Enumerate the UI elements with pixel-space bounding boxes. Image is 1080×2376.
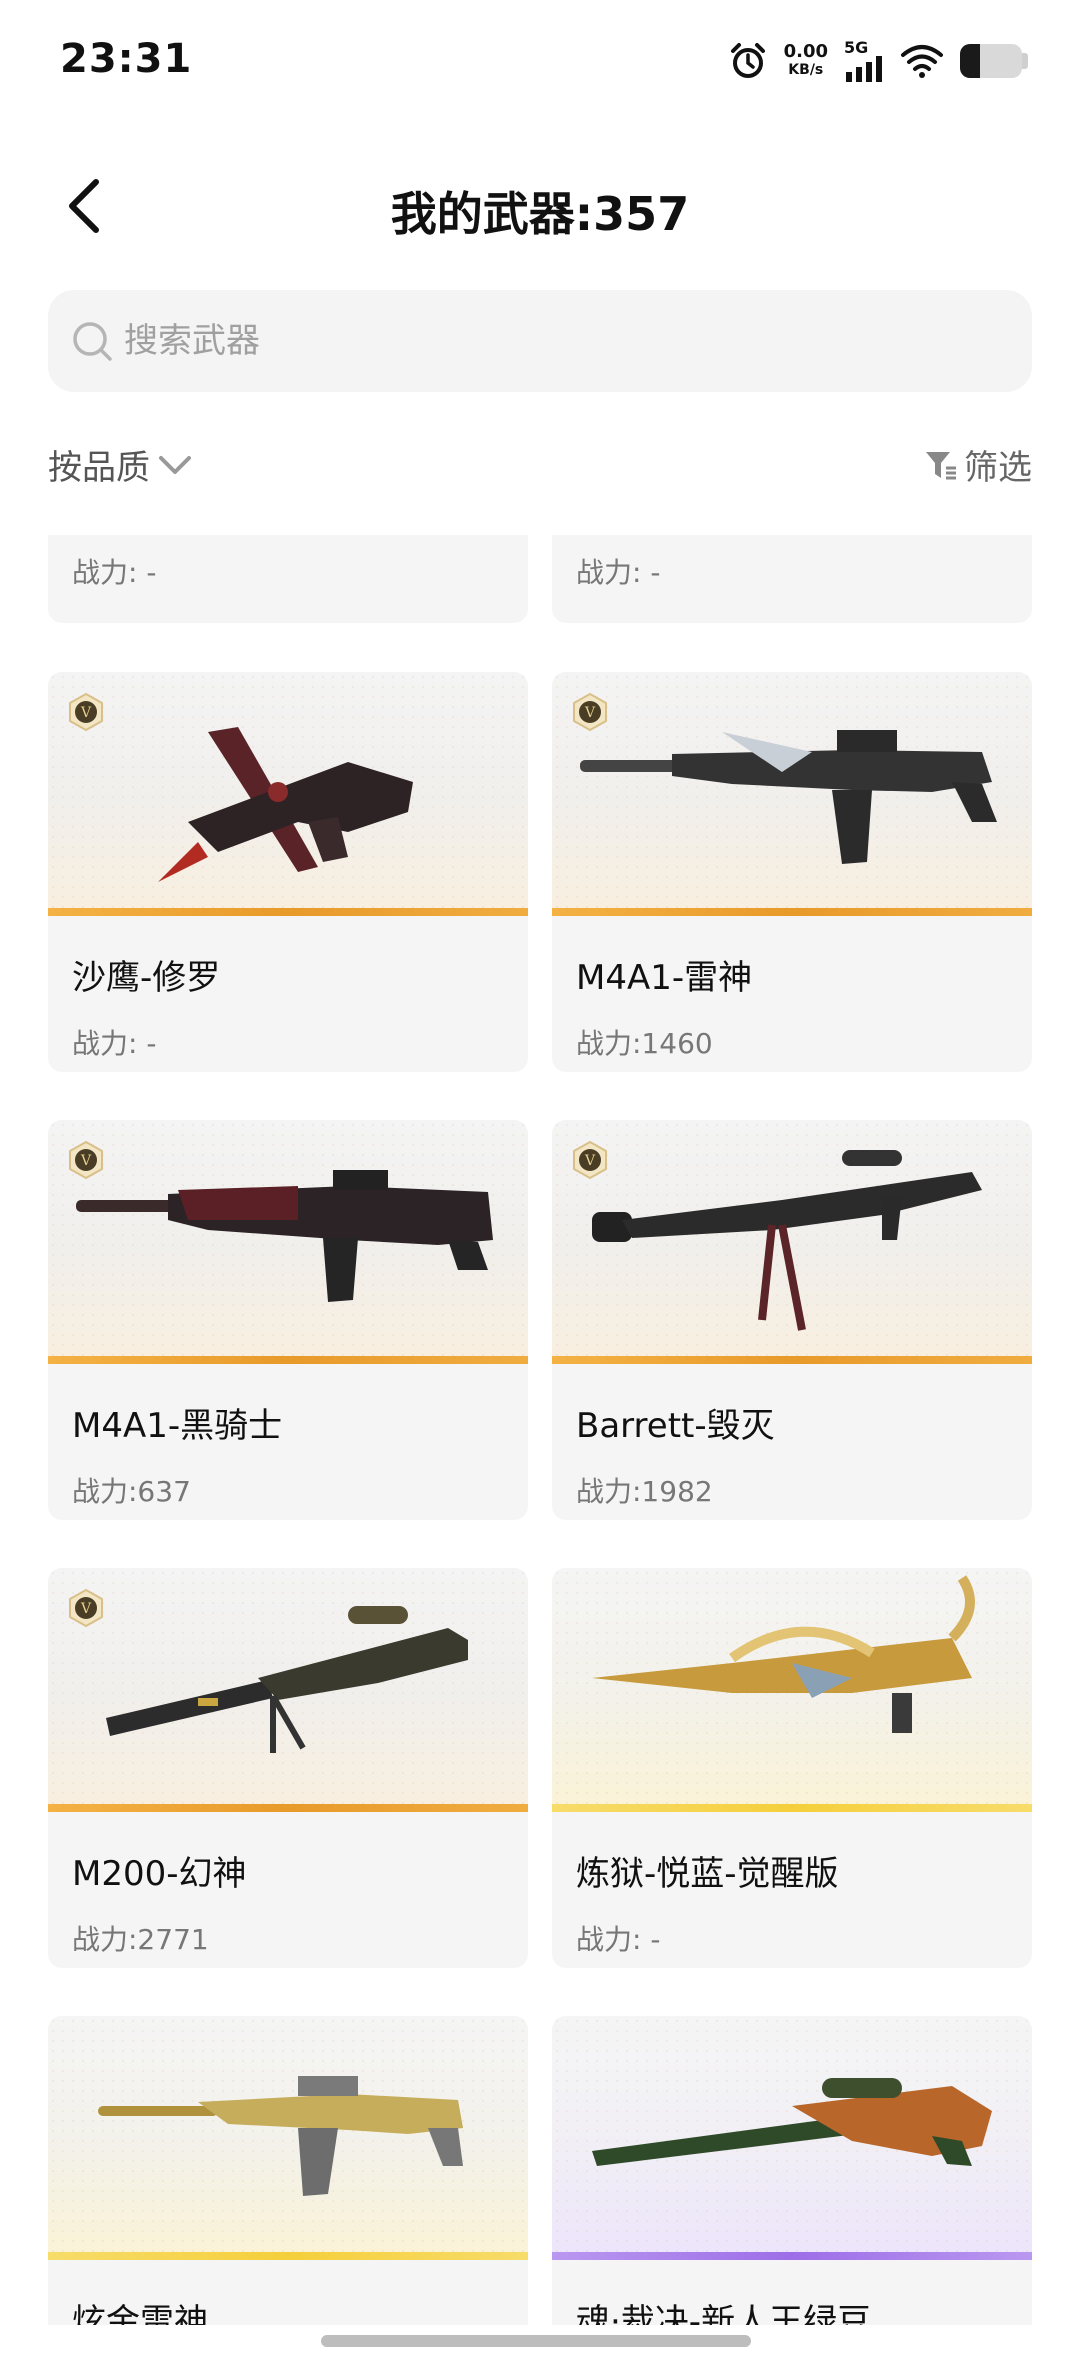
status-time: 23:31 xyxy=(60,36,193,82)
status-icons: 0.00 KB/s 5G xyxy=(728,36,1028,86)
weapon-image-area: V xyxy=(48,1568,528,1804)
quality-bar xyxy=(552,2252,1032,2260)
weapon-name: 沙鹰-修罗 xyxy=(72,958,221,998)
weapon-card[interactable]: 战力: - xyxy=(552,535,1032,623)
weapon-power: 战力: - xyxy=(72,556,157,589)
weapon-image-barrett-destruction xyxy=(592,1150,982,1331)
weapon-image-m200 xyxy=(106,1606,468,1753)
weapon-power: 战力:2771 xyxy=(72,1923,209,1956)
weapon-name: 魂·裁决-新人王绿豆 xyxy=(576,2302,872,2325)
weapon-card[interactable]: V Barrett-毁灭 战力:1982 xyxy=(552,1120,1032,1520)
battery-fill xyxy=(960,44,980,78)
filter-icon xyxy=(926,451,956,479)
screen: 23:31 0.00 KB/s 5G 我的武器:357 搜索武器 按品质 筛选 … xyxy=(0,0,1080,2376)
quality-bar xyxy=(48,2252,528,2260)
net-speed-value: 0.00 xyxy=(783,41,828,62)
home-indicator[interactable] xyxy=(321,2335,751,2347)
weapon-card[interactable]: V M4A1-雷神 战力:1460 xyxy=(552,672,1032,1072)
weapon-card[interactable]: V 沙鹰-修罗 战力: - xyxy=(48,672,528,1072)
search-bar[interactable] xyxy=(48,290,1032,392)
weapon-name: M4A1-雷神 xyxy=(576,958,753,998)
weapon-card[interactable]: 战力: - xyxy=(48,535,528,623)
weapon-name: 炫金雷神 xyxy=(72,2302,208,2325)
network-type: 5G xyxy=(844,38,869,57)
weapon-name: Barrett-毁灭 xyxy=(576,1406,775,1446)
weapon-image-area xyxy=(552,1568,1032,1804)
weapon-image-desert-eagle xyxy=(158,727,413,882)
weapon-name: M200-幻神 xyxy=(72,1854,247,1894)
net-speed-unit: KB/s xyxy=(788,62,824,78)
weapon-image-m4a1-thor xyxy=(580,730,997,864)
quality-bar xyxy=(552,908,1032,916)
filter-label: 筛选 xyxy=(964,448,1032,488)
weapon-card[interactable]: 炫金雷神 xyxy=(48,2016,528,2325)
quality-bar xyxy=(552,1804,1032,1812)
weapon-power: 战力: - xyxy=(72,1027,157,1060)
weapon-image-golden-thor xyxy=(98,2076,463,2196)
quality-bar xyxy=(48,1804,528,1812)
net-speed: 0.00 KB/s xyxy=(784,43,828,79)
weapon-power: 战力: - xyxy=(576,1923,661,1956)
wifi-icon xyxy=(901,45,943,78)
weapon-power: 战力:637 xyxy=(72,1475,191,1508)
sort-by-quality-dropdown[interactable]: 按品质 xyxy=(48,440,192,489)
battery-body xyxy=(960,44,1022,78)
battery-icon xyxy=(960,44,1028,78)
weapon-card[interactable]: 炼狱-悦蓝-觉醒版 战力: - xyxy=(552,1568,1032,1968)
weapon-grid-viewport[interactable]: 战力: - 战力: - V 沙鹰-修罗 战力: - V M4A1-雷神 战力:1… xyxy=(0,535,1080,2325)
weapon-image-area xyxy=(552,2016,1032,2252)
sort-label: 按品质 xyxy=(48,448,150,488)
weapon-image-soul-judgment xyxy=(592,2078,992,2166)
chevron-down-icon xyxy=(159,455,191,474)
weapon-power: 战力:1460 xyxy=(576,1027,713,1060)
quality-bar xyxy=(48,908,528,916)
weapon-name: M4A1-黑骑士 xyxy=(72,1406,283,1446)
search-icon xyxy=(73,322,112,361)
page-title: 我的武器:357 xyxy=(390,187,690,241)
weapon-power: 战力: - xyxy=(576,556,661,589)
alarm-icon xyxy=(730,43,765,78)
weapon-card[interactable]: V M4A1-黑骑士 战力:637 xyxy=(48,1120,528,1520)
weapon-image-area: V xyxy=(48,672,528,908)
weapon-power: 战力:1982 xyxy=(576,1475,713,1508)
signal-icon xyxy=(846,56,882,82)
quality-bar xyxy=(48,1356,528,1364)
weapon-image-area: V xyxy=(552,672,1032,908)
weapon-image-area: V xyxy=(48,1120,528,1356)
filter-button[interactable]: 筛选 xyxy=(924,440,1032,489)
weapon-name: 炼狱-悦蓝-觉醒版 xyxy=(576,1854,839,1894)
weapon-card[interactable]: 魂·裁决-新人王绿豆 xyxy=(552,2016,1032,2325)
weapon-image-m4a1-black-knight xyxy=(76,1170,493,1302)
weapon-image-area xyxy=(48,2016,528,2252)
weapon-card[interactable]: V M200-幻神 战力:2771 xyxy=(48,1568,528,1968)
signal-group: 5G xyxy=(844,40,884,82)
weapon-image-inferno-yuelan xyxy=(592,1575,975,1733)
header: 我的武器:357 xyxy=(0,160,1080,250)
battery-tip xyxy=(1022,53,1028,69)
search-input[interactable] xyxy=(124,321,984,361)
weapon-image-area: V xyxy=(552,1120,1032,1356)
quality-bar xyxy=(552,1356,1032,1364)
status-bar: 23:31 0.00 KB/s 5G xyxy=(0,0,1080,120)
